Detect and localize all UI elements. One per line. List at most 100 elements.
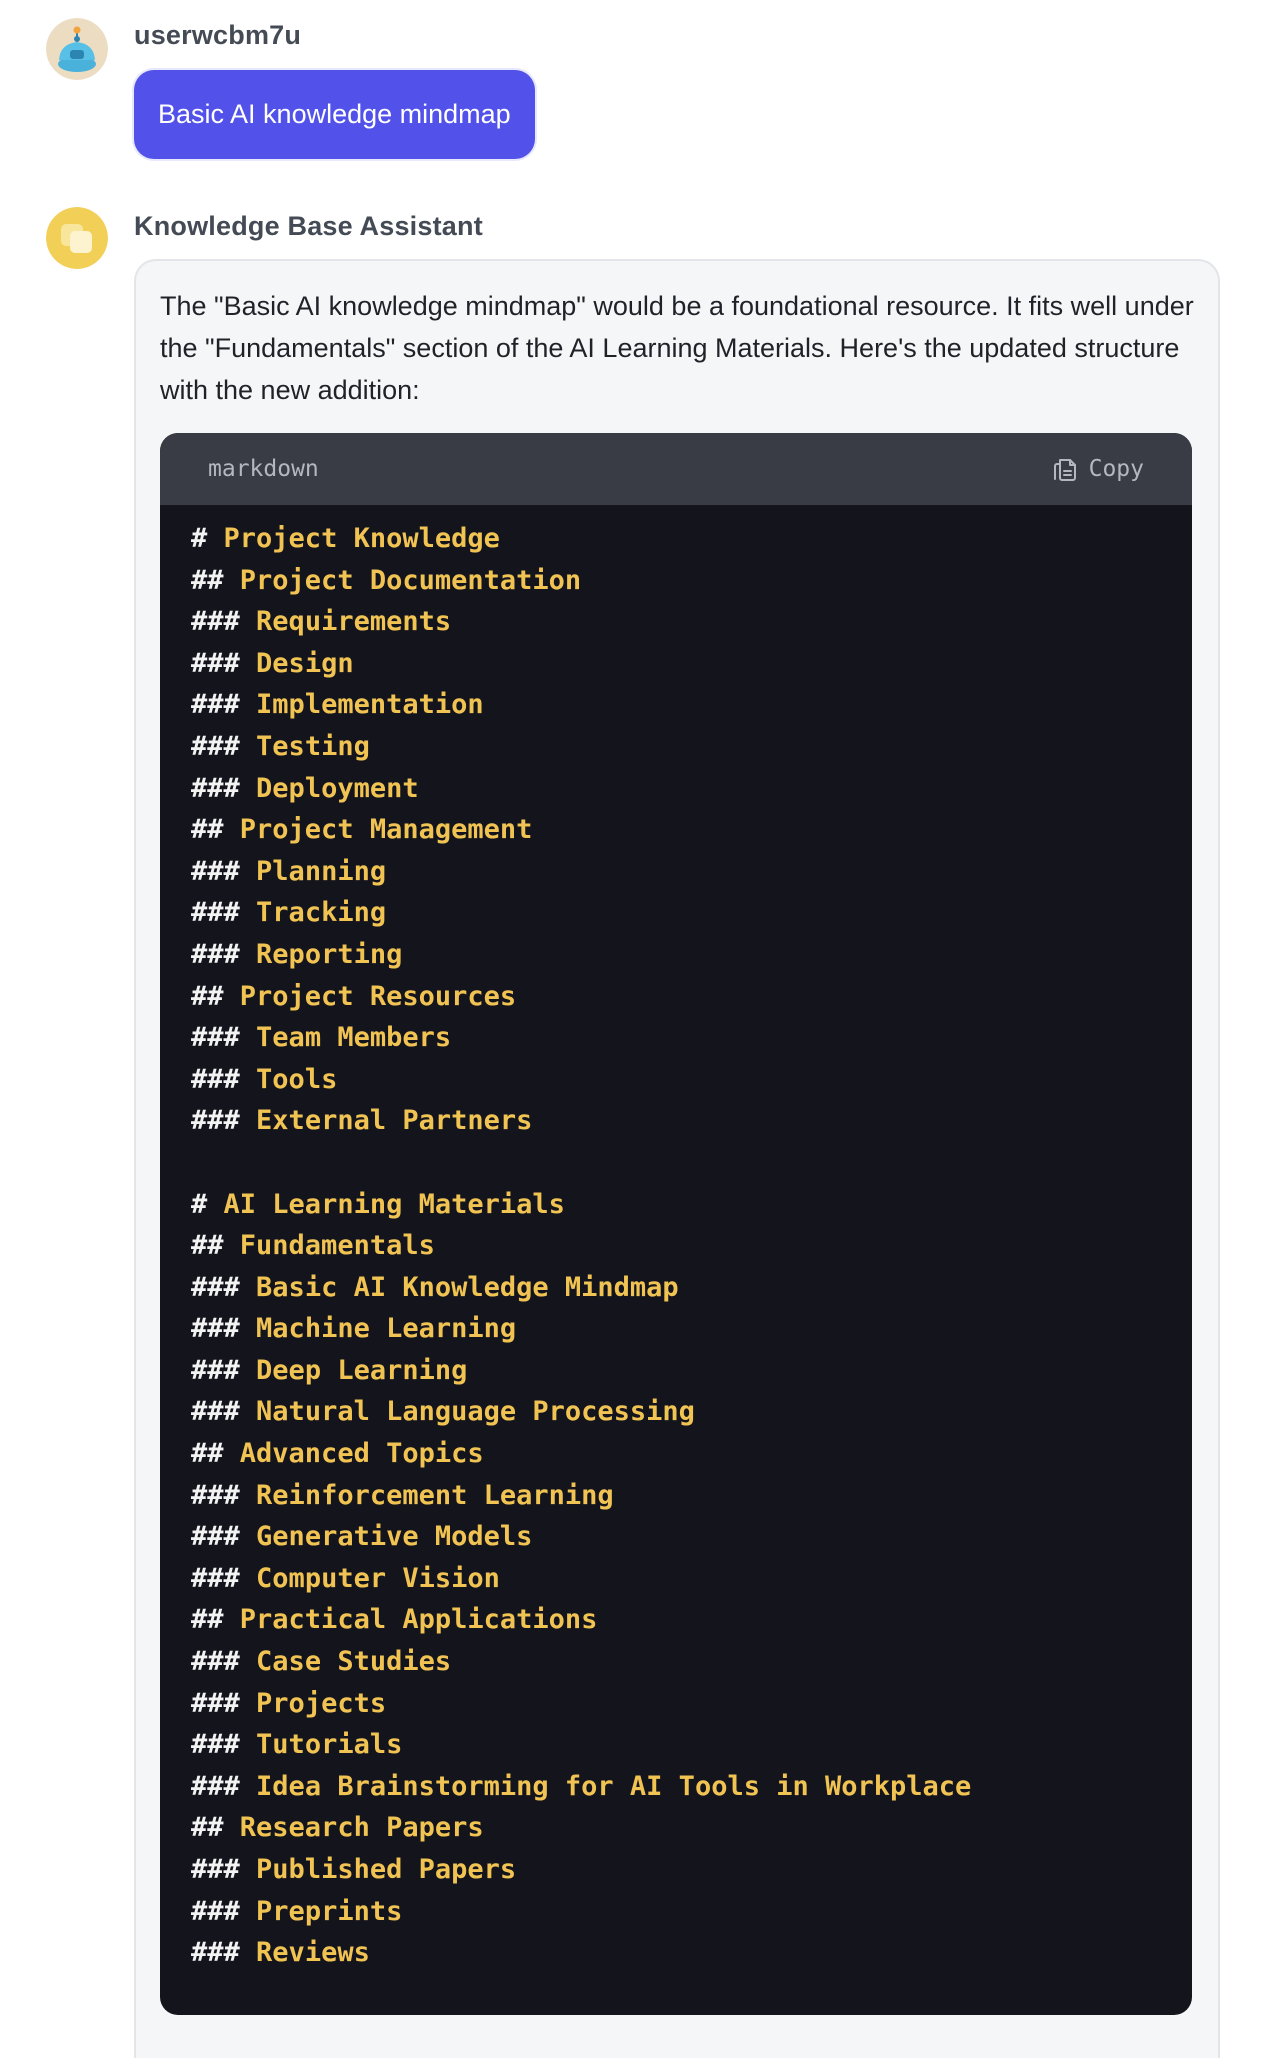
code-line: # AI Learning Materials	[191, 1184, 1181, 1226]
heading-space	[240, 1646, 256, 1677]
heading-space	[240, 773, 256, 804]
heading-space	[240, 731, 256, 762]
assistant-logo-icon[interactable]	[46, 207, 108, 269]
code-line: # Project Knowledge	[191, 518, 1181, 560]
heading-space	[240, 1771, 256, 1802]
heading-space	[240, 1396, 256, 1427]
heading-marker: ###	[191, 730, 240, 762]
heading-text: Machine Learning	[256, 1313, 517, 1345]
heading-space	[224, 1604, 240, 1635]
heading-text: Generative Models	[256, 1521, 533, 1553]
code-line: ### Basic AI Knowledge Mindmap	[191, 1267, 1181, 1309]
heading-marker: ##	[191, 1230, 224, 1262]
heading-text: Project Documentation	[239, 564, 582, 596]
code-line: ### Tutorials	[191, 1724, 1181, 1766]
heading-marker: ###	[191, 1521, 240, 1553]
heading-space	[240, 689, 256, 720]
heading-text: Deep Learning	[256, 1354, 468, 1386]
heading-text: Tracking	[256, 897, 387, 929]
copy-button-label: Copy	[1088, 456, 1144, 482]
heading-text: Requirements	[256, 606, 452, 638]
heading-text: Reviews	[256, 1937, 370, 1969]
heading-marker: ###	[191, 1022, 240, 1054]
code-line: ### Tools	[191, 1059, 1181, 1101]
robot-avatar-icon[interactable]	[46, 18, 108, 80]
heading-marker: ###	[191, 1313, 240, 1345]
heading-marker: ###	[191, 897, 240, 929]
heading-marker: ##	[191, 1812, 224, 1844]
copy-icon	[1051, 455, 1079, 483]
code-line: ## Project Management	[191, 809, 1181, 851]
heading-marker: ###	[191, 1063, 240, 1095]
heading-space	[240, 1480, 256, 1511]
heading-text: Tutorials	[256, 1729, 403, 1761]
assistant-name: Knowledge Base Assistant	[134, 211, 483, 241]
heading-text: Advanced Topics	[239, 1438, 484, 1470]
heading-text: Projects	[256, 1687, 387, 1719]
heading-space	[240, 1937, 256, 1968]
heading-marker: ###	[191, 772, 240, 804]
heading-space	[240, 897, 256, 928]
copy-button[interactable]: Copy	[1051, 455, 1144, 483]
heading-space	[240, 939, 256, 970]
heading-space	[240, 1313, 256, 1344]
heading-marker: ###	[191, 1770, 240, 1802]
code-line: ### Reporting	[191, 934, 1181, 976]
heading-text: AI Learning Materials	[223, 1188, 565, 1220]
heading-marker: ###	[191, 647, 240, 679]
heading-text: Published Papers	[256, 1854, 517, 1885]
heading-space	[240, 1896, 256, 1927]
code-line: ## Fundamentals	[191, 1225, 1181, 1267]
code-line: ### Reviews	[191, 1932, 1181, 1974]
code-line: ## Project Resources	[191, 976, 1181, 1018]
heading-marker: ###	[191, 1646, 240, 1678]
heading-space	[224, 981, 240, 1012]
heading-marker: ###	[191, 1895, 240, 1927]
assistant-intro-text: The "Basic AI knowledge mindmap" would b…	[160, 291, 1194, 405]
heading-text: Reinforcement Learning	[256, 1479, 614, 1511]
heading-space	[224, 1812, 240, 1843]
heading-text: Idea Brainstorming for AI Tools in Workp…	[256, 1770, 972, 1802]
heading-space	[240, 1105, 256, 1136]
heading-marker: #	[191, 523, 208, 554]
heading-marker: ##	[191, 1604, 224, 1636]
heading-marker: ###	[191, 1562, 240, 1594]
code-line: ### Requirements	[191, 601, 1181, 643]
code-line: ### Idea Brainstorming for AI Tools in W…	[191, 1766, 1181, 1808]
heading-marker: ##	[191, 980, 224, 1012]
heading-text: Reporting	[256, 938, 403, 970]
heading-space	[240, 1022, 256, 1053]
heading-text: Tools	[256, 1063, 338, 1095]
heading-space	[240, 856, 256, 887]
code-line: ### Deployment	[191, 768, 1181, 810]
heading-space	[240, 1064, 256, 1095]
code-line: ### External Partners	[191, 1100, 1181, 1142]
code-line: ### Machine Learning	[191, 1308, 1181, 1350]
heading-text: Deployment	[256, 772, 419, 804]
heading-space	[240, 1854, 256, 1885]
heading-text: Planning	[256, 855, 387, 887]
user-name: userwcbm7u	[134, 20, 302, 50]
code-line: ## Research Papers	[191, 1807, 1181, 1849]
code-line: ### Team Members	[191, 1017, 1181, 1059]
heading-marker: ##	[191, 1438, 224, 1470]
heading-marker: ###	[191, 689, 240, 721]
heading-text: Natural Language Processing	[256, 1396, 695, 1428]
heading-text: Practical Applications	[239, 1604, 598, 1636]
heading-text: Project Management	[239, 814, 533, 846]
chat-page: userwcbm7u Basic AI knowledge mindmap Kn…	[0, 0, 1274, 2058]
heading-text: Fundamentals	[239, 1230, 435, 1262]
heading-space	[207, 523, 223, 554]
code-line: ## Practical Applications	[191, 1599, 1181, 1641]
code-line: ### Testing	[191, 726, 1181, 768]
code-line: ### Tracking	[191, 892, 1181, 934]
heading-space	[224, 1438, 240, 1469]
code-block: markdown Copy # Project Knowledge ## Pro…	[160, 433, 1192, 2015]
heading-text: External Partners	[256, 1105, 533, 1137]
heading-marker: ###	[191, 1396, 240, 1428]
heading-space	[207, 1189, 223, 1220]
heading-space	[240, 1521, 256, 1552]
heading-space	[240, 606, 256, 637]
heading-text: Design	[256, 647, 354, 679]
